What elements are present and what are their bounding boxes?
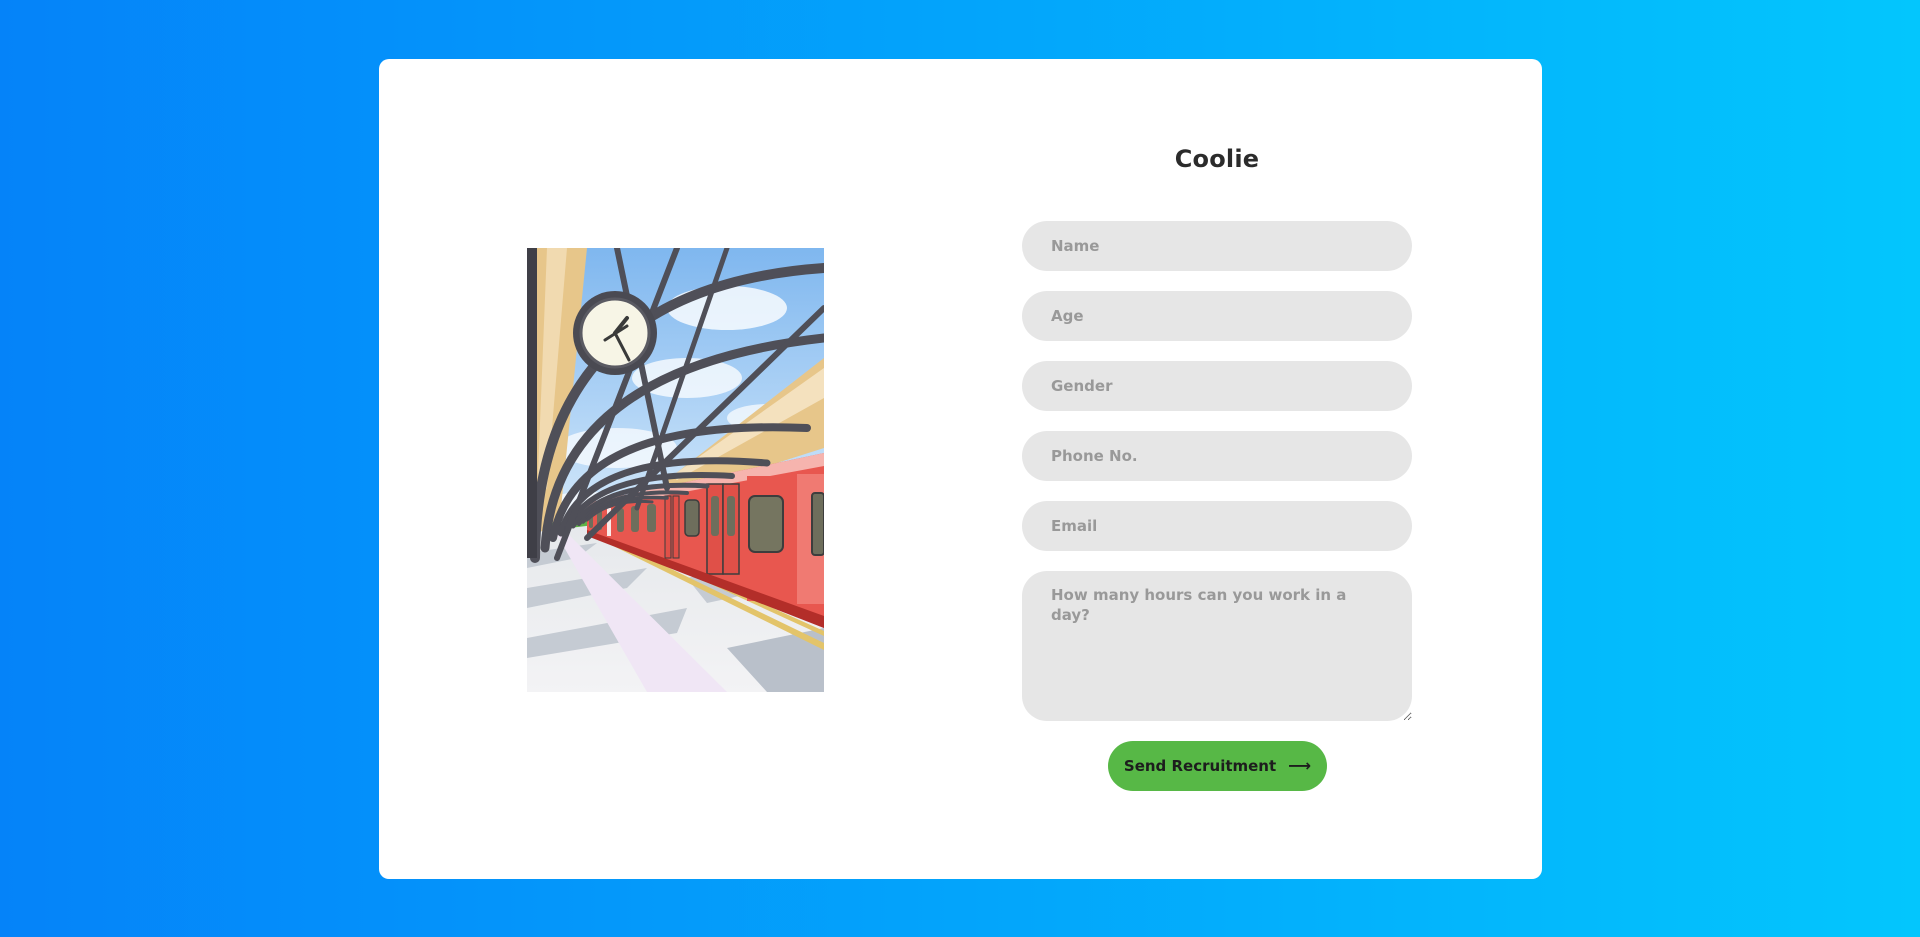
- submit-label: Send Recruitment: [1123, 757, 1277, 775]
- work-hours-textarea[interactable]: [1022, 571, 1412, 721]
- email-field[interactable]: [1022, 501, 1412, 551]
- age-field[interactable]: [1022, 291, 1412, 341]
- phone-field[interactable]: [1022, 431, 1412, 481]
- railway-platform-illustration: [527, 248, 824, 692]
- recruitment-form: Coolie Send Recruitment ⟶: [1022, 59, 1412, 879]
- recruitment-card: Coolie Send Recruitment ⟶: [379, 59, 1542, 879]
- train-station-image: [527, 248, 824, 692]
- name-field[interactable]: [1022, 221, 1412, 271]
- send-recruitment-button[interactable]: Send Recruitment ⟶: [1108, 741, 1327, 791]
- arrow-right-icon: ⟶: [1288, 756, 1312, 775]
- form-title: Coolie: [1174, 145, 1260, 173]
- gender-field[interactable]: [1022, 361, 1412, 411]
